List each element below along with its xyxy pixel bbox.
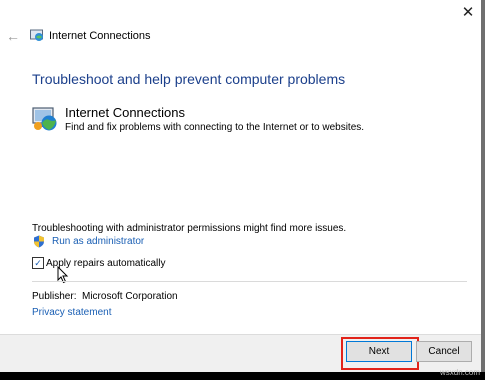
shield-icon (34, 235, 44, 248)
watermark: wsxdn.com (440, 368, 481, 377)
taskbar-edge (0, 372, 485, 380)
page-heading: Troubleshoot and help prevent computer p… (32, 71, 346, 87)
admin-permissions-note: Troubleshooting with administrator permi… (32, 223, 347, 234)
publisher-label: Publisher: (32, 291, 77, 302)
close-button[interactable]: ✕ (456, 1, 480, 23)
divider (32, 281, 467, 282)
window-title: Internet Connections (49, 30, 151, 42)
internet-connections-icon (30, 29, 43, 41)
apply-repairs-checkbox[interactable]: ✓ (32, 257, 44, 269)
troubleshooter-title: Internet Connections (65, 105, 185, 120)
checkmark-icon: ✓ (34, 257, 42, 268)
cancel-button[interactable]: Cancel (416, 341, 472, 362)
internet-connections-icon (32, 107, 57, 131)
close-icon: ✕ (461, 4, 475, 21)
publisher-value: Microsoft Corporation (82, 291, 178, 302)
back-arrow-icon: ← (6, 28, 20, 44)
privacy-statement-link[interactable]: Privacy statement (32, 306, 111, 319)
troubleshooter-description: Find and fix problems with connecting to… (65, 122, 365, 133)
next-button[interactable]: Next (346, 341, 412, 362)
back-button[interactable]: ← (4, 27, 22, 45)
run-as-administrator-link[interactable]: Run as administrator (52, 235, 144, 248)
window-edge (481, 0, 485, 380)
